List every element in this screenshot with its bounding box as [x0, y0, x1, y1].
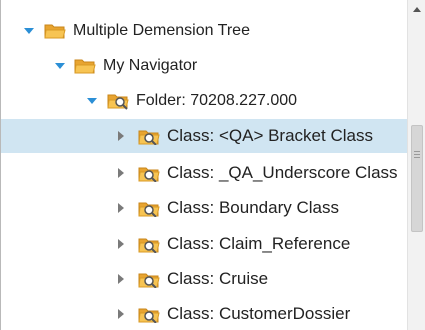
class-search-icon	[138, 199, 160, 217]
tree-node-label: Class: <QA> Bracket Class	[167, 126, 373, 145]
tree-node-navigator[interactable]: My Navigator	[1, 49, 407, 83]
folder-search-icon	[107, 92, 129, 110]
tree-node-label: Multiple Demension Tree	[73, 22, 250, 39]
tree-node-label: Folder: 70208.227.000	[136, 92, 298, 109]
tree-node-class[interactable]: Class: Cruise	[1, 262, 407, 296]
tree-node-label: Class: Boundary Class	[167, 198, 339, 217]
class-search-icon	[138, 270, 160, 288]
folder-icon	[74, 57, 96, 75]
tree-node-label: Class: _QA_Underscore Class	[167, 163, 398, 182]
grip-icon	[414, 151, 420, 160]
class-search-icon	[138, 164, 160, 182]
collapsed-arrow-icon[interactable]	[115, 273, 127, 285]
tree-node-label: Class: Claim_Reference	[167, 234, 351, 253]
tree-node-label: Class: Cruise	[167, 269, 269, 288]
tree-node-class[interactable]: Class: Boundary Class	[1, 191, 407, 225]
tree-node-folder[interactable]: Folder: 70208.227.000	[1, 84, 407, 118]
folder-icon	[44, 22, 66, 40]
collapsed-arrow-icon[interactable]	[115, 130, 127, 142]
expanded-arrow-icon[interactable]	[86, 95, 98, 107]
expanded-arrow-icon[interactable]	[54, 60, 66, 72]
tree-node-class[interactable]: Class: _QA_Underscore Class	[1, 156, 407, 190]
tree-node-class[interactable]: Class: Claim_Reference	[1, 227, 407, 261]
class-search-icon	[138, 235, 160, 253]
collapsed-arrow-icon[interactable]	[115, 308, 127, 320]
vertical-scrollbar[interactable]	[407, 0, 425, 330]
expanded-arrow-icon[interactable]	[23, 25, 35, 37]
tree-node-root[interactable]: Multiple Demension Tree	[1, 14, 407, 48]
collapsed-arrow-icon[interactable]	[115, 238, 127, 250]
scroll-up-arrow-icon[interactable]	[408, 0, 425, 18]
tree-node-label: Class: CustomerDossier	[167, 304, 351, 323]
collapsed-arrow-icon[interactable]	[115, 202, 127, 214]
tree-node-label: My Navigator	[103, 57, 198, 74]
tree-node-class[interactable]: Class: CustomerDossier	[1, 297, 407, 330]
class-search-icon	[138, 305, 160, 323]
tree-panel: Multiple Demension Tree My Navigator Fol…	[0, 0, 425, 330]
class-search-icon	[138, 127, 160, 145]
collapsed-arrow-icon[interactable]	[115, 167, 127, 179]
tree-node-class[interactable]: Class: <QA> Bracket Class	[1, 119, 407, 153]
scroll-thumb[interactable]	[411, 125, 423, 232]
